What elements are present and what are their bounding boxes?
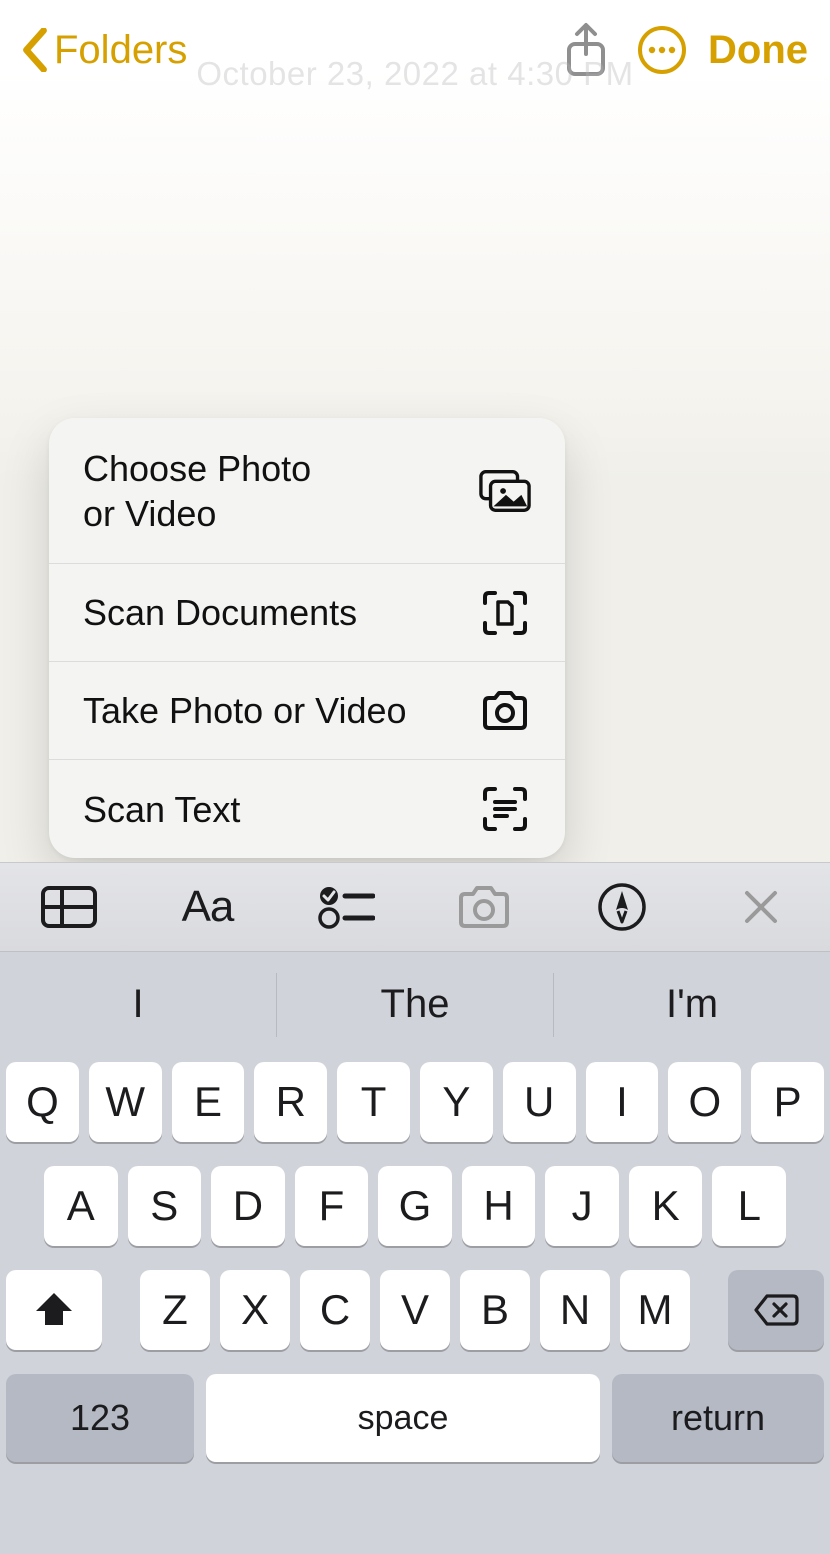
backspace-icon <box>753 1293 799 1327</box>
checklist-button[interactable] <box>311 878 381 936</box>
menu-item-label: Scan Text <box>83 787 240 832</box>
key-g[interactable]: G <box>378 1166 452 1246</box>
key-row-3: Z X C V B N M <box>6 1270 824 1350</box>
key-j[interactable]: J <box>545 1166 619 1246</box>
key-row-1: Q W E R T Y U I O P <box>6 1062 824 1142</box>
checklist-icon <box>317 884 375 930</box>
camera-icon <box>455 884 513 930</box>
camera-context-menu: Choose Photo or Video Scan Documents Tak… <box>49 418 565 858</box>
scan-document-icon <box>479 587 531 639</box>
camera-icon <box>479 685 531 737</box>
table-icon <box>40 885 98 929</box>
formatting-toolbar: Aa <box>0 862 830 952</box>
key-row-bottom: 123 space return <box>6 1374 824 1462</box>
key-return[interactable]: return <box>612 1374 824 1462</box>
photo-library-icon <box>479 465 531 517</box>
key-row-2: A S D F G H J K L <box>6 1166 824 1246</box>
camera-button[interactable] <box>449 878 519 936</box>
key-o[interactable]: O <box>668 1062 741 1142</box>
key-u[interactable]: U <box>503 1062 576 1142</box>
aa-icon: Aa <box>182 882 234 932</box>
key-h[interactable]: H <box>462 1166 536 1246</box>
key-b[interactable]: B <box>460 1270 530 1350</box>
key-z[interactable]: Z <box>140 1270 210 1350</box>
software-keyboard: Q W E R T Y U I O P A S D F G H J K L Z … <box>0 1057 830 1554</box>
markup-icon <box>597 882 647 932</box>
key-p[interactable]: P <box>751 1062 824 1142</box>
menu-item-label: Take Photo or Video <box>83 688 407 733</box>
key-s[interactable]: S <box>128 1166 202 1246</box>
key-n[interactable]: N <box>540 1270 610 1350</box>
key-k[interactable]: K <box>629 1166 703 1246</box>
text-style-button[interactable]: Aa <box>172 878 242 936</box>
key-v[interactable]: V <box>380 1270 450 1350</box>
key-w[interactable]: W <box>89 1062 162 1142</box>
key-e[interactable]: E <box>172 1062 245 1142</box>
key-t[interactable]: T <box>337 1062 410 1142</box>
menu-item-label: Scan Documents <box>83 590 357 635</box>
scan-text-icon <box>479 783 531 835</box>
menu-item-scan-documents[interactable]: Scan Documents <box>49 564 565 662</box>
keyboard-suggestions: I The I'm <box>0 952 830 1057</box>
key-numbers[interactable]: 123 <box>6 1374 194 1462</box>
key-space[interactable]: space <box>206 1374 600 1462</box>
suggestion-1[interactable]: The <box>276 973 553 1037</box>
shift-icon <box>34 1291 74 1329</box>
menu-item-label: Choose Photo or Video <box>83 446 311 536</box>
key-r[interactable]: R <box>254 1062 327 1142</box>
key-q[interactable]: Q <box>6 1062 79 1142</box>
suggestion-2[interactable]: I'm <box>553 973 830 1037</box>
key-d[interactable]: D <box>211 1166 285 1246</box>
key-f[interactable]: F <box>295 1166 369 1246</box>
key-shift[interactable] <box>6 1270 102 1350</box>
key-y[interactable]: Y <box>420 1062 493 1142</box>
key-a[interactable]: A <box>44 1166 118 1246</box>
note-timestamp: October 23, 2022 at 4:30 PM <box>0 55 830 93</box>
key-backspace[interactable] <box>728 1270 824 1350</box>
suggestion-0[interactable]: I <box>0 973 276 1037</box>
close-icon <box>741 887 781 927</box>
key-c[interactable]: C <box>300 1270 370 1350</box>
menu-item-scan-text[interactable]: Scan Text <box>49 760 565 858</box>
key-l[interactable]: L <box>712 1166 786 1246</box>
key-i[interactable]: I <box>586 1062 659 1142</box>
key-x[interactable]: X <box>220 1270 290 1350</box>
table-button[interactable] <box>34 878 104 936</box>
key-m[interactable]: M <box>620 1270 690 1350</box>
markup-button[interactable] <box>587 878 657 936</box>
menu-item-take-photo[interactable]: Take Photo or Video <box>49 662 565 760</box>
menu-item-choose-photo[interactable]: Choose Photo or Video <box>49 418 565 564</box>
close-keyboard-button[interactable] <box>726 878 796 936</box>
